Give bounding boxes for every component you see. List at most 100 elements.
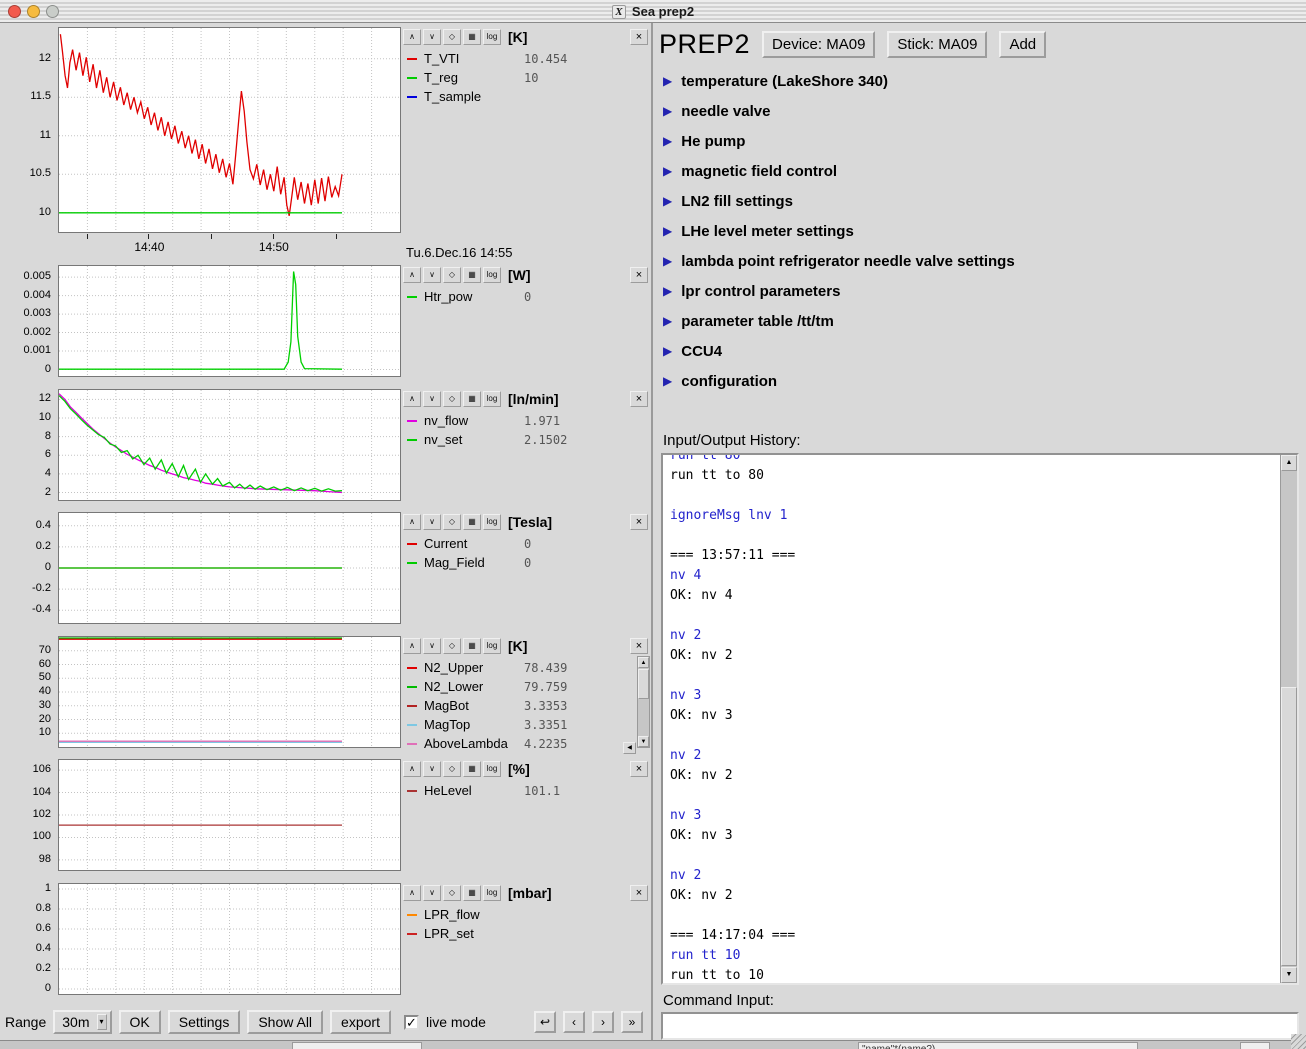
scroll-up-icon[interactable]: ∧ [403,761,421,777]
plot-area-heater-power[interactable] [58,265,401,377]
close-chart-button[interactable]: × [630,267,648,283]
tree-item-0[interactable]: ▶temperature (LakeShore 340) [663,66,1300,96]
page-left-button[interactable]: ‹ [563,1011,585,1033]
scroll-down-icon[interactable]: ∨ [423,885,441,901]
close-chart-button[interactable]: × [630,638,648,654]
expand-triangle-icon[interactable]: ▶ [663,165,672,177]
expand-triangle-icon[interactable]: ▶ [663,75,672,87]
tree-item-label: configuration [681,373,777,390]
expand-triangle-icon[interactable]: ▶ [663,225,672,237]
plot-area-lpr[interactable] [58,883,401,995]
log-scale-icon[interactable]: log [483,885,501,901]
y-axis: 12108642 [0,389,54,501]
tree-item-3[interactable]: ▶magnetic field control [663,156,1300,186]
close-chart-button[interactable]: × [630,514,648,530]
series-value: 4.2235 [524,737,567,751]
expand-triangle-icon[interactable]: ▶ [663,135,672,147]
points-mode-icon[interactable]: ▦ [463,638,481,654]
scroll-down-icon[interactable]: ∨ [423,638,441,654]
close-chart-button[interactable]: × [630,29,648,45]
log-scale-icon[interactable]: log [483,514,501,530]
scroll-up-icon[interactable]: ∧ [403,267,421,283]
scroll-down-icon[interactable]: ∨ [423,29,441,45]
plot-area-he-level[interactable] [58,759,401,871]
autoscale-icon[interactable]: ◇ [443,29,461,45]
add-button[interactable]: Add [999,31,1046,58]
command-input[interactable] [661,1012,1299,1040]
scrollbar-down-arrow[interactable]: ▼ [1281,967,1297,983]
legend-scroll-up-arrow[interactable]: ▲ [638,657,649,668]
plot-area-cryo-temperatures[interactable] [58,636,401,748]
expand-triangle-icon[interactable]: ▶ [663,255,672,267]
expand-triangle-icon[interactable]: ▶ [663,195,672,207]
stick-button[interactable]: Stick: MA09 [887,31,987,58]
points-mode-icon[interactable]: ▦ [463,761,481,777]
jump-to-end-button[interactable]: » [621,1011,643,1033]
legend-scroll-left-button[interactable]: ◀ [623,742,636,754]
log-scale-icon[interactable]: log [483,267,501,283]
close-chart-button[interactable]: × [630,885,648,901]
scrollbar-thumb[interactable] [1281,687,1297,966]
scroll-up-icon[interactable]: ∧ [403,514,421,530]
scroll-up-icon[interactable]: ∧ [403,29,421,45]
tree-item-8[interactable]: ▶parameter table /tt/tm [663,306,1300,336]
log-scale-icon[interactable]: log [483,29,501,45]
ok-button[interactable]: OK [119,1010,161,1034]
history-box[interactable]: run tt 80run tt to 80 ignoreMsg lnv 1 ==… [661,453,1299,985]
scroll-up-icon[interactable]: ∧ [403,885,421,901]
points-mode-icon[interactable]: ▦ [463,391,481,407]
scroll-down-icon[interactable]: ∨ [423,267,441,283]
plot-area-magnet[interactable] [58,512,401,624]
page-right-button[interactable]: › [592,1011,614,1033]
close-chart-button[interactable]: × [630,391,648,407]
autoscale-icon[interactable]: ◇ [443,391,461,407]
log-scale-icon[interactable]: log [483,761,501,777]
points-mode-icon[interactable]: ▦ [463,267,481,283]
window-resize-grip[interactable] [1291,1034,1306,1049]
scroll-down-icon[interactable]: ∨ [423,761,441,777]
autoscale-icon[interactable]: ◇ [443,761,461,777]
autoscale-icon[interactable]: ◇ [443,514,461,530]
tree-item-1[interactable]: ▶needle valve [663,96,1300,126]
plot-area-needle-valve-flow[interactable] [58,389,401,501]
range-dropdown[interactable]: 30m ▾ [53,1010,111,1034]
legend-scrollbar[interactable]: ▲▼ [637,656,650,748]
tree-item-4[interactable]: ▶LN2 fill settings [663,186,1300,216]
log-scale-icon[interactable]: log [483,638,501,654]
tree-item-9[interactable]: ▶CCU4 [663,336,1300,366]
log-scale-icon[interactable]: log [483,391,501,407]
reset-zoom-button[interactable]: ↩ [534,1011,556,1033]
autoscale-icon[interactable]: ◇ [443,885,461,901]
scroll-up-icon[interactable]: ∧ [403,638,421,654]
tree-item-7[interactable]: ▶lpr control parameters [663,276,1300,306]
scrollbar-up-arrow[interactable]: ▲ [1281,455,1297,471]
expand-triangle-icon[interactable]: ▶ [663,105,672,117]
expand-triangle-icon[interactable]: ▶ [663,315,672,327]
close-chart-button[interactable]: × [630,761,648,777]
expand-triangle-icon[interactable]: ▶ [663,345,672,357]
points-mode-icon[interactable]: ▦ [463,514,481,530]
points-mode-icon[interactable]: ▦ [463,885,481,901]
legend-scrollbar-thumb[interactable] [638,669,649,699]
tree-item-2[interactable]: ▶He pump [663,126,1300,156]
scroll-down-icon[interactable]: ∨ [423,391,441,407]
export-button[interactable]: export [330,1010,391,1034]
show-all-button[interactable]: Show All [247,1010,323,1034]
expand-triangle-icon[interactable]: ▶ [663,285,672,297]
settings-button[interactable]: Settings [168,1010,241,1034]
scroll-down-icon[interactable]: ∨ [423,514,441,530]
legend-scroll-down-arrow[interactable]: ▼ [638,736,649,747]
points-mode-icon[interactable]: ▦ [463,29,481,45]
expand-triangle-icon[interactable]: ▶ [663,375,672,387]
history-scrollbar[interactable]: ▲ ▼ [1280,455,1297,983]
tree-item-5[interactable]: ▶LHe level meter settings [663,216,1300,246]
scroll-up-icon[interactable]: ∧ [403,391,421,407]
live-mode-checkbox[interactable]: ✓ [404,1015,419,1030]
tree-item-6[interactable]: ▶lambda point refrigerator needle valve … [663,246,1300,276]
plot-area-temperature[interactable] [58,27,401,233]
device-button[interactable]: Device: MA09 [762,31,875,58]
autoscale-icon[interactable]: ◇ [443,267,461,283]
tree-item-10[interactable]: ▶ configuration [663,366,1300,396]
y-tick-label: 100 [1,830,51,842]
autoscale-icon[interactable]: ◇ [443,638,461,654]
